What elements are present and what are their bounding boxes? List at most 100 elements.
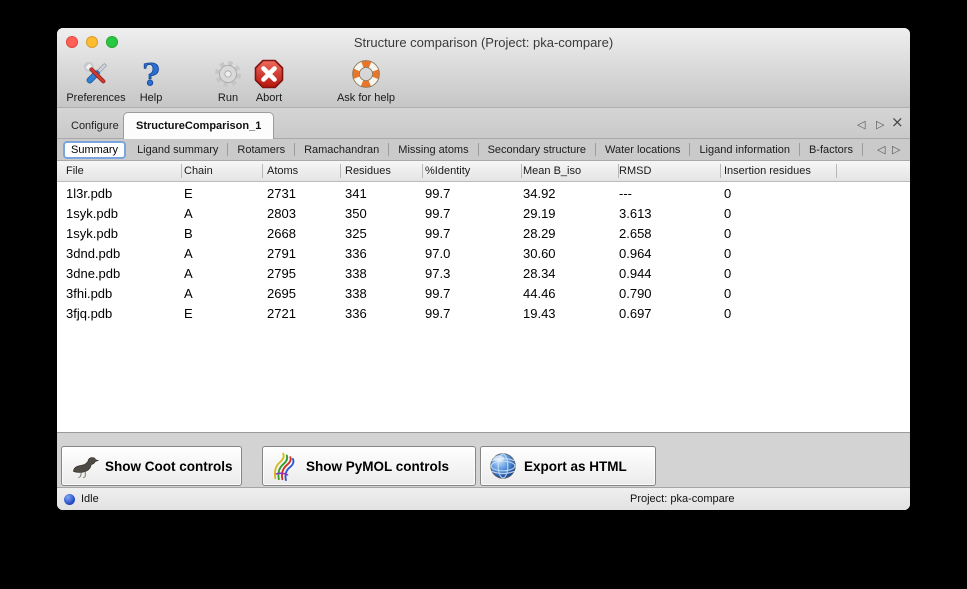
column-header-insertion-residues[interactable]: Insertion residues <box>724 165 811 177</box>
column-separator[interactable] <box>521 164 522 178</box>
table-cell: 99.7 <box>425 204 450 224</box>
table-cell: 0.944 <box>619 264 652 284</box>
tab-close-icon[interactable]: × <box>891 115 904 129</box>
table-row[interactable]: 1syk.pdbB266832599.728.292.6580 <box>57 224 910 244</box>
tab-ramachandran[interactable]: Ramachandran <box>295 142 388 158</box>
table-row[interactable]: 3fjq.pdbE272133699.719.430.6970 <box>57 304 910 324</box>
tab-ligand-summary[interactable]: Ligand summary <box>128 142 227 158</box>
tab-configure[interactable]: Configure <box>59 113 131 139</box>
column-separator[interactable] <box>422 164 423 178</box>
table-cell: 19.43 <box>523 304 556 324</box>
section-tab-scroll-right-icon[interactable]: ▷ <box>892 143 900 157</box>
section-tab-list: SummaryLigand summaryRotamersRamachandra… <box>61 139 863 160</box>
window-title: Structure comparison (Project: pka-compa… <box>57 35 910 50</box>
toolbar-abort-button[interactable]: Abort <box>247 58 291 104</box>
column-separator[interactable] <box>836 164 837 178</box>
tab-rotamers[interactable]: Rotamers <box>228 142 294 158</box>
toolbar-label: Run <box>209 92 247 104</box>
toolbar-preferences-button[interactable]: Preferences <box>65 58 127 104</box>
status-dot-icon <box>64 494 75 505</box>
table-cell: 34.92 <box>523 184 556 204</box>
help-question-icon: ? <box>133 58 169 92</box>
show-coot-controls-button[interactable]: Show Coot controls <box>61 446 242 486</box>
table-cell: 0 <box>724 224 731 244</box>
table-cell: 0 <box>724 264 731 284</box>
toolbar-label: Ask for help <box>329 92 403 104</box>
table-cell: 28.29 <box>523 224 556 244</box>
button-label: Show PyMOL controls <box>306 459 449 474</box>
table-cell: 0 <box>724 304 731 324</box>
table-cell: 99.7 <box>425 224 450 244</box>
column-separator[interactable] <box>262 164 263 178</box>
project-label: Project: pka-compare <box>630 493 735 505</box>
tab-ligand-information[interactable]: Ligand information <box>690 142 799 158</box>
table-cell: 3fjq.pdb <box>66 304 112 324</box>
column-separator[interactable] <box>618 164 619 178</box>
table-header: File Chain Atoms Residues %Identity Mean B_is… <box>57 161 910 182</box>
lifebuoy-icon <box>329 58 403 92</box>
column-header-chain[interactable]: Chain <box>184 165 213 177</box>
table-cell: 350 <box>345 204 367 224</box>
preferences-tools-icon <box>65 58 127 92</box>
tab-b-factors[interactable]: B-factors <box>800 142 862 158</box>
table-cell: 2791 <box>267 244 296 264</box>
table-cell: 341 <box>345 184 367 204</box>
tab-scroll-left-icon[interactable]: ◁ <box>857 118 865 132</box>
tab-missing-atoms[interactable]: Missing atoms <box>389 142 477 158</box>
table-cell: 338 <box>345 264 367 284</box>
table-row[interactable]: 3dnd.pdbA279133697.030.600.9640 <box>57 244 910 264</box>
toolbar-run-button[interactable]: Run <box>209 58 247 104</box>
toolbar-label: Preferences <box>65 92 127 104</box>
table-cell: 3dnd.pdb <box>66 244 120 264</box>
table-cell: 1l3r.pdb <box>66 184 112 204</box>
table-cell: 2731 <box>267 184 296 204</box>
table-row[interactable]: 1syk.pdbA280335099.729.193.6130 <box>57 204 910 224</box>
table-cell: 336 <box>345 244 367 264</box>
tab-secondary-structure[interactable]: Secondary structure <box>479 142 595 158</box>
column-header-mean-b-iso[interactable]: Mean B_iso <box>523 165 581 177</box>
show-pymol-controls-button[interactable]: Show PyMOL controls <box>262 446 476 486</box>
toolbar-label: Help <box>133 92 169 104</box>
pymol-ribbons-icon <box>270 451 300 481</box>
table-row[interactable]: 1l3r.pdbE273134199.734.92---0 <box>57 184 910 204</box>
column-separator[interactable] <box>720 164 721 178</box>
globe-icon <box>488 451 518 481</box>
column-header-rmsd[interactable]: RMSD <box>619 165 651 177</box>
table-cell: E <box>184 304 193 324</box>
svg-text:?: ? <box>142 58 160 90</box>
tab-structure-comparison-1[interactable]: StructureComparison_1 <box>123 112 274 139</box>
table-cell: 2668 <box>267 224 296 244</box>
export-as-html-button[interactable]: Export as HTML <box>480 446 656 486</box>
tab-water-locations[interactable]: Water locations <box>596 142 689 158</box>
status-text: Idle <box>81 493 99 505</box>
toolbar-help-button[interactable]: ? Help <box>133 58 169 104</box>
table-cell: 325 <box>345 224 367 244</box>
table-row[interactable]: 3fhi.pdbA269533899.744.460.7900 <box>57 284 910 304</box>
column-header-identity[interactable]: %Identity <box>425 165 470 177</box>
table-body: 1l3r.pdbE273134199.734.92---01syk.pdbA28… <box>57 182 910 432</box>
table-cell: 30.60 <box>523 244 556 264</box>
column-separator[interactable] <box>181 164 182 178</box>
abort-stop-icon <box>247 58 291 92</box>
table-cell: 1syk.pdb <box>66 204 118 224</box>
toolbar-ask-for-help-button[interactable]: Ask for help <box>329 58 403 104</box>
table-cell: 99.7 <box>425 284 450 304</box>
column-header-residues[interactable]: Residues <box>345 165 391 177</box>
table-cell: A <box>184 204 193 224</box>
table-cell: 0 <box>724 244 731 264</box>
app-window: Structure comparison (Project: pka-compa… <box>57 28 910 510</box>
tab-summary[interactable]: Summary <box>63 141 126 159</box>
status-bar: Idle Project: pka-compare <box>57 487 910 510</box>
page-tab-bar: Configure StructureComparison_1 ◁ ▷ × <box>57 108 910 139</box>
table-cell: 0 <box>724 184 731 204</box>
column-header-file[interactable]: File <box>66 165 84 177</box>
column-separator[interactable] <box>340 164 341 178</box>
tab-separator <box>862 143 863 156</box>
tab-scroll-right-icon[interactable]: ▷ <box>876 118 884 132</box>
table-cell: 1syk.pdb <box>66 224 118 244</box>
table-row[interactable]: 3dne.pdbA279533897.328.340.9440 <box>57 264 910 284</box>
section-tab-scroll-left-icon[interactable]: ◁ <box>877 143 885 157</box>
table-cell: 2.658 <box>619 224 652 244</box>
column-header-atoms[interactable]: Atoms <box>267 165 298 177</box>
desktop-background: Structure comparison (Project: pka-compa… <box>0 0 967 589</box>
